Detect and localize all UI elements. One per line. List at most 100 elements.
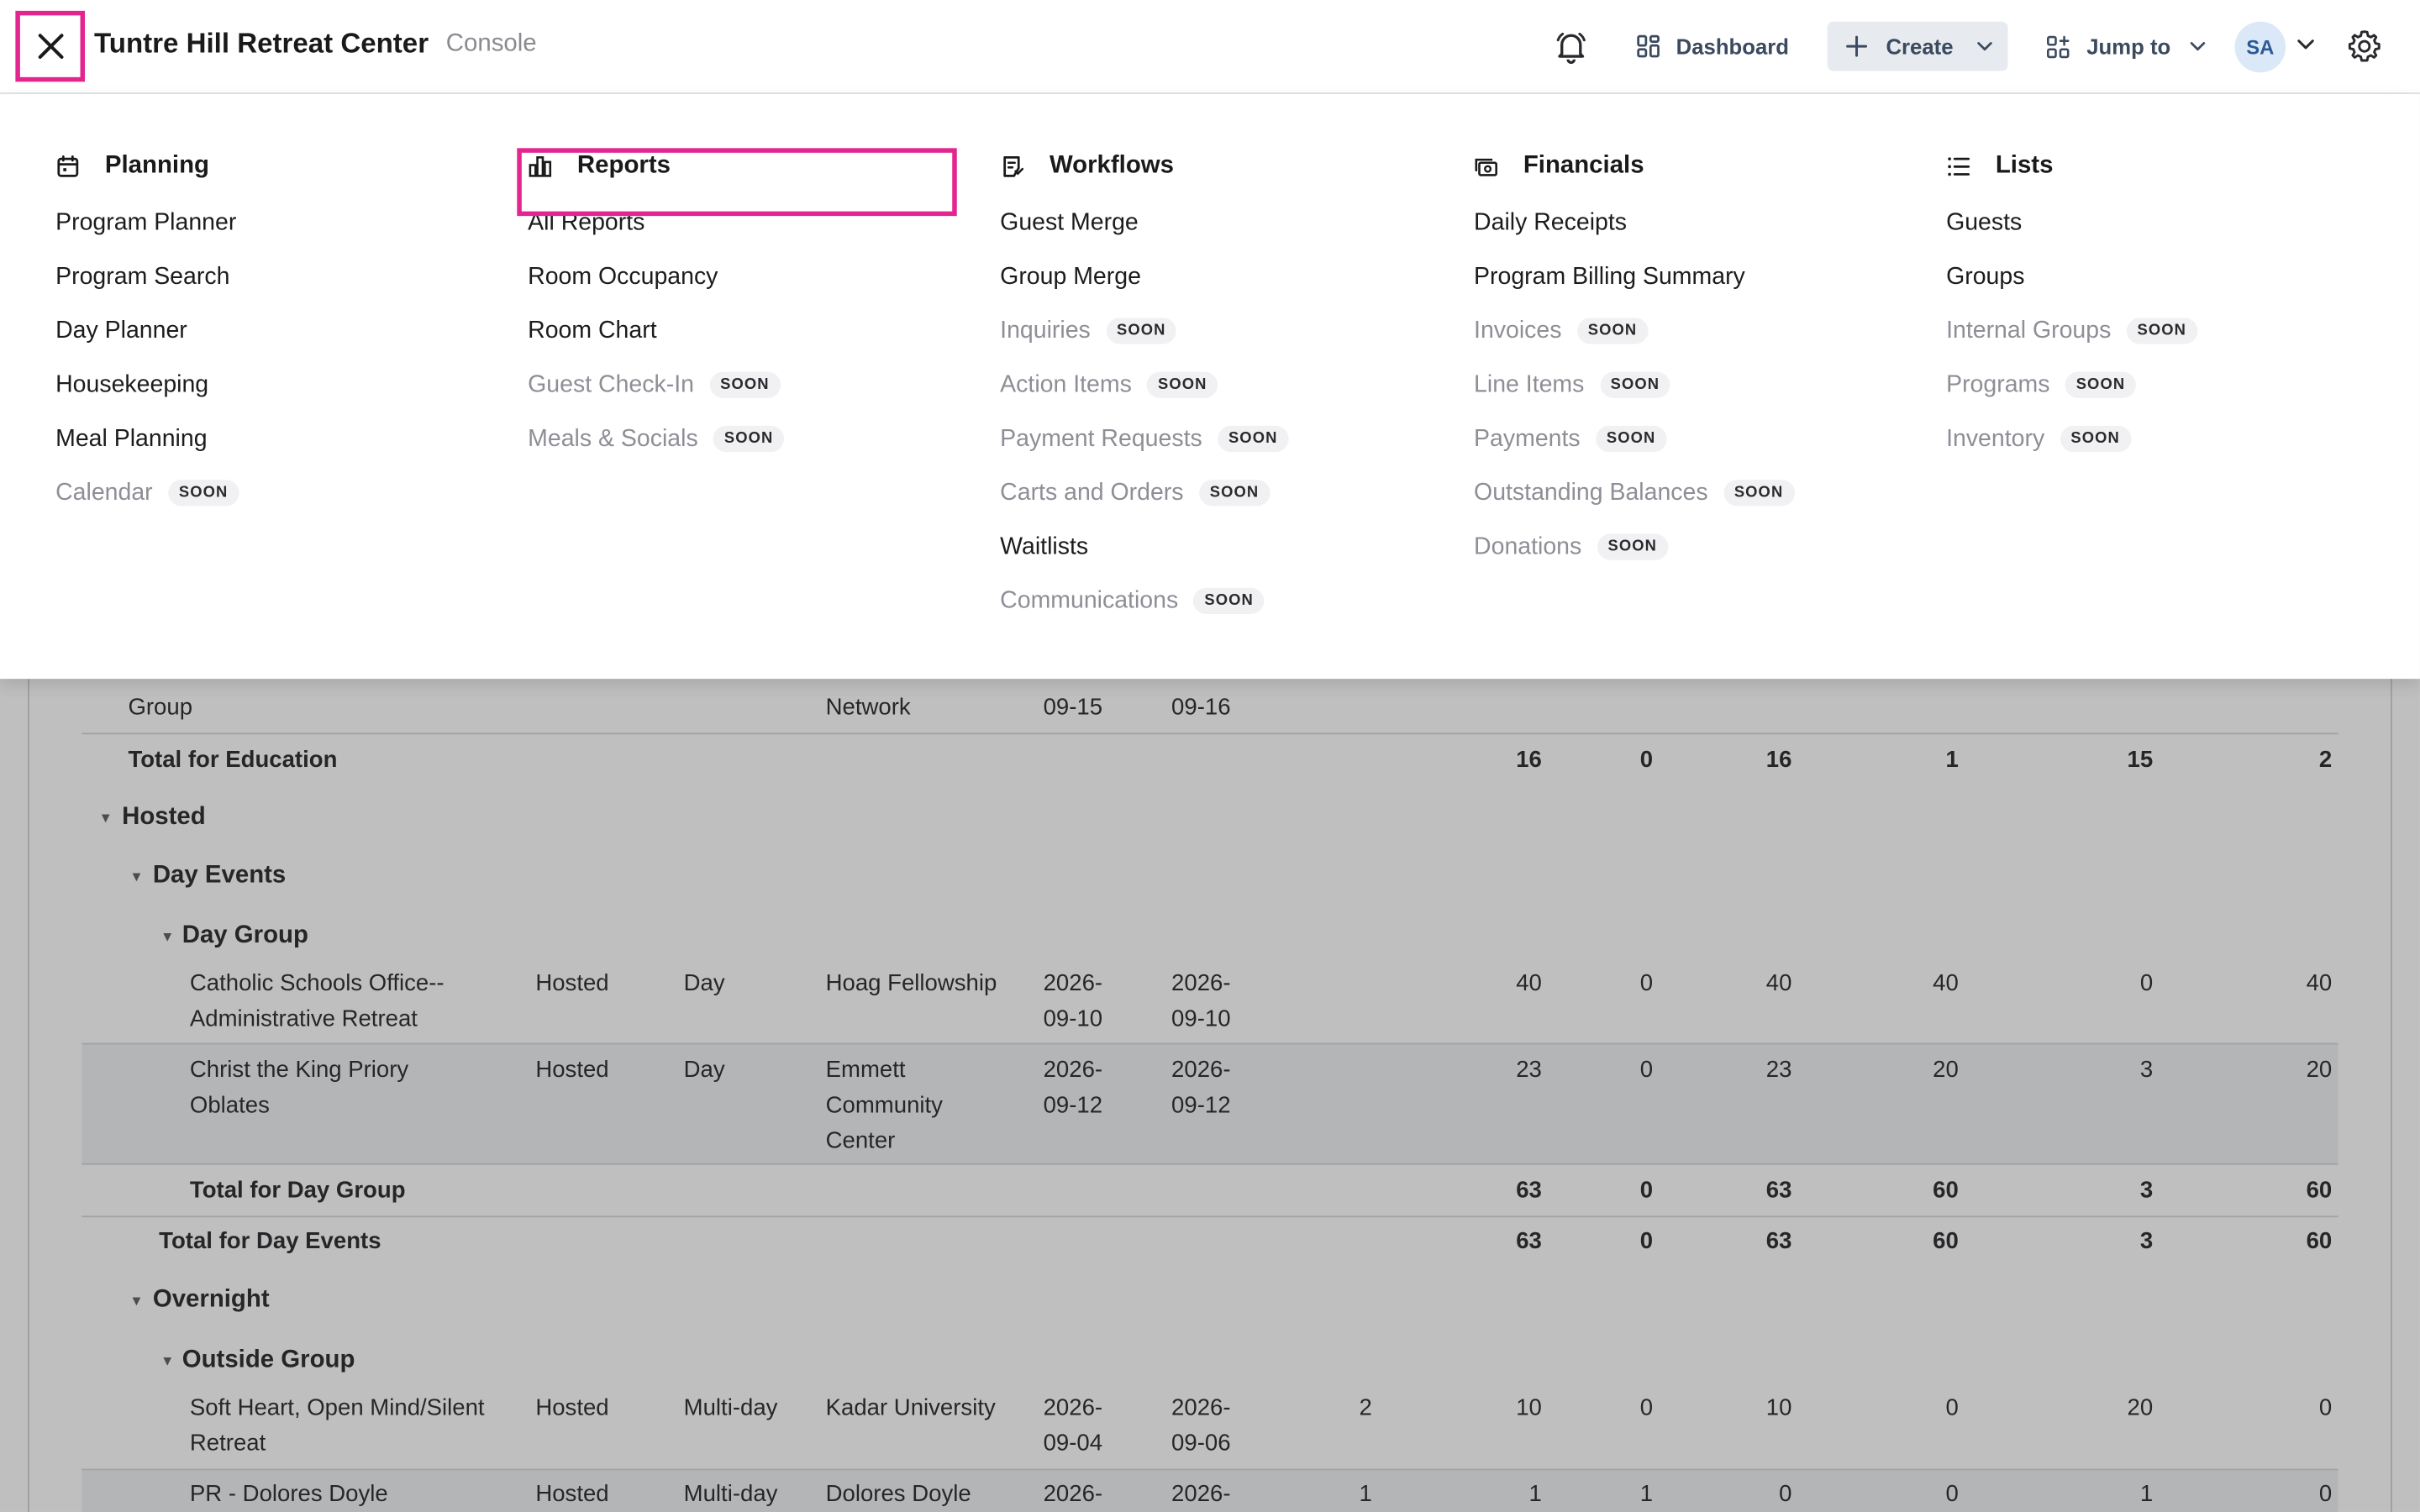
notification-bell-icon[interactable] — [1553, 28, 1590, 65]
app-subtitle: Console — [445, 30, 537, 57]
soon-badge: SOON — [1106, 318, 1177, 344]
menu-column-reports: Reports All Reports Room Occupancy Room Cha… — [528, 150, 976, 466]
menu-item-guest-merge[interactable]: Guest Merge — [1000, 196, 1448, 249]
menu-item-room-chart[interactable]: Room Chart — [528, 304, 976, 358]
menu-item-label: Donations — [1474, 533, 1582, 559]
menu-item-label: Payments — [1474, 425, 1581, 452]
apps-icon — [2047, 34, 2070, 58]
navigation-menu: Planning Program Planner Program Search Day… — [0, 94, 2420, 680]
money-icon — [1474, 155, 1511, 179]
soon-badge: SOON — [1147, 371, 1218, 398]
menu-item-guest-check-in: Guest Check-In SOON — [528, 358, 976, 412]
soon-badge: SOON — [1596, 425, 1667, 453]
user-avatar[interactable]: SA — [2234, 21, 2286, 73]
menu-item-label: Payment Requests — [1000, 425, 1202, 452]
menu-item-program-planner[interactable]: Program Planner — [55, 196, 503, 249]
soon-badge: SOON — [1597, 533, 1668, 560]
menu-item-group-merge[interactable]: Group Merge — [1000, 250, 1448, 304]
menu-item-label: Meals & Socials — [528, 425, 698, 452]
menu-item-meal-planning[interactable]: Meal Planning — [55, 412, 503, 465]
menu-item-label: Communications — [1000, 586, 1179, 614]
menu-item-daily-receipts[interactable]: Daily Receipts — [1474, 196, 1922, 249]
menu-item-all-reports[interactable]: All Reports — [528, 196, 976, 249]
menu-item-label: Group Merge — [1000, 263, 1141, 290]
soon-badge: SOON — [2065, 371, 2137, 398]
jump-to-label: Jump to — [2086, 34, 2171, 59]
menu-item-housekeeping[interactable]: Housekeeping — [55, 358, 503, 412]
menu-item-calendar: Calendar SOON — [55, 466, 503, 520]
menu-item-label: Waitlists — [1000, 533, 1089, 559]
menu-item-donations: Donations SOON — [1474, 520, 1922, 574]
menu-item-inquiries: Inquiries SOON — [1000, 304, 1448, 358]
menu-item-groups[interactable]: Groups — [1946, 250, 2394, 304]
menu-item-label: Program Search — [55, 263, 230, 290]
soon-badge: SOON — [1723, 480, 1795, 507]
menu-heading-label: Financials — [1523, 152, 1644, 180]
chevron-down-icon[interactable] — [2295, 34, 2317, 55]
menu-heading-label: Reports — [576, 152, 671, 180]
menu-item-program-search[interactable]: Program Search — [55, 250, 503, 304]
menu-item-label: Program Planner — [55, 208, 237, 236]
menu-column-lists: Lists Guests Groups Internal Groups SOON Prog… — [1946, 150, 2394, 466]
menu-item-label: Carts and Orders — [1000, 479, 1184, 506]
menu-item-inventory: Inventory SOON — [1946, 412, 2394, 465]
menu-item-label: Room Occupancy — [528, 263, 718, 290]
app-title: Tuntre Hill Retreat Center — [94, 28, 429, 59]
menu-item-label: Calendar — [55, 479, 153, 506]
menu-item-carts-and-orders: Carts and Orders SOON — [1000, 466, 1448, 520]
menu-item-label: Action Items — [1000, 370, 1132, 397]
bar-chart-icon — [528, 155, 565, 179]
soon-badge: SOON — [1198, 480, 1270, 507]
menu-item-waitlists[interactable]: Waitlists — [1000, 520, 1448, 574]
menu-item-label: Line Items — [1474, 370, 1585, 397]
menu-column-financials: Financials Daily Receipts Program Billing … — [1474, 150, 1922, 574]
menu-item-payments: Payments SOON — [1474, 412, 1922, 465]
menu-item-label: Housekeeping — [55, 370, 209, 397]
menu-item-invoices: Invoices SOON — [1474, 304, 1922, 358]
jump-to-button[interactable]: Jump to — [2040, 22, 2214, 71]
chevron-down-icon — [1976, 42, 1991, 51]
soon-badge: SOON — [713, 425, 785, 453]
menu-heading: Financials — [1474, 150, 1922, 183]
top-bar: Tuntre Hill Retreat Center Console Dashb… — [0, 0, 2420, 95]
menu-item-label: Programs — [1946, 370, 2050, 397]
menu-heading: Lists — [1946, 150, 2394, 183]
menu-item-line-items: Line Items SOON — [1474, 358, 1922, 412]
menu-item-label: Guest Merge — [1000, 208, 1139, 236]
menu-item-label: Groups — [1946, 263, 2025, 290]
menu-heading-label: Workflows — [1049, 152, 1175, 180]
dashboard-button[interactable]: Dashboard — [1630, 22, 1796, 71]
close-menu-button[interactable] — [15, 10, 86, 82]
menu-item-outstanding-balances: Outstanding Balances SOON — [1474, 466, 1922, 520]
menu-item-internal-groups: Internal Groups SOON — [1946, 304, 2394, 358]
menu-item-label: Inquiries — [1000, 317, 1091, 344]
menu-item-label: Day Planner — [55, 317, 187, 344]
menu-item-programs: Programs SOON — [1946, 358, 2394, 412]
clipboard-icon — [1000, 155, 1037, 179]
menu-item-label: Inventory — [1946, 425, 2045, 452]
calendar-icon — [55, 155, 92, 179]
create-label: Create — [1886, 34, 1954, 59]
menu-item-label: Outstanding Balances — [1474, 479, 1708, 506]
menu-item-program-billing-summary[interactable]: Program Billing Summary — [1474, 250, 1922, 304]
dashboard-icon — [1637, 34, 1660, 58]
soon-badge: SOON — [1193, 587, 1265, 615]
menu-item-communications: Communications SOON — [1000, 574, 1448, 627]
menu-heading-label: Lists — [1995, 152, 2054, 180]
soon-badge: SOON — [2060, 425, 2131, 453]
menu-item-meals-socials: Meals & Socials SOON — [528, 412, 976, 465]
menu-item-room-occupancy[interactable]: Room Occupancy — [528, 250, 976, 304]
menu-item-label: Guest Check-In — [528, 370, 694, 397]
create-button[interactable]: Create — [1827, 21, 2008, 71]
menu-heading-label: Planning — [104, 152, 209, 180]
menu-item-label: Daily Receipts — [1474, 208, 1627, 236]
menu-item-label: Invoices — [1474, 317, 1562, 344]
list-icon — [1946, 155, 1983, 179]
menu-item-payment-requests: Payment Requests SOON — [1000, 412, 1448, 465]
gear-icon[interactable] — [2346, 28, 2383, 65]
menu-item-label: Internal Groups — [1946, 317, 2112, 344]
menu-item-guests[interactable]: Guests — [1946, 196, 2394, 249]
menu-item-day-planner[interactable]: Day Planner — [55, 304, 503, 358]
menu-item-label: All Reports — [528, 208, 645, 236]
close-icon — [37, 34, 63, 59]
